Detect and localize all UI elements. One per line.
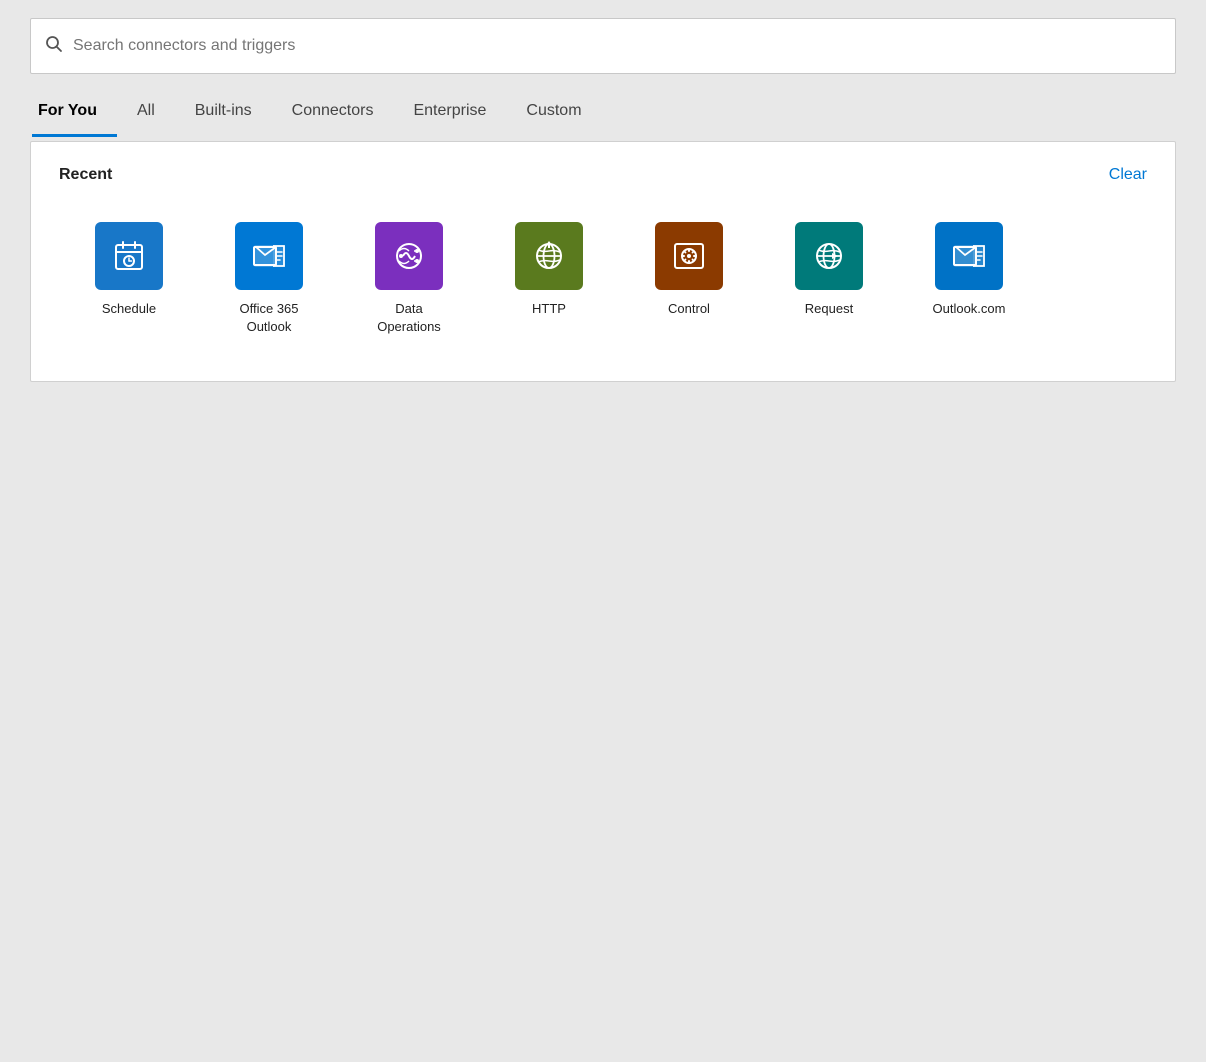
tab-connectors[interactable]: Connectors bbox=[272, 92, 394, 137]
connector-icon-http bbox=[515, 222, 583, 290]
connector-icon-office365-outlook bbox=[235, 222, 303, 290]
connector-name-control: Control bbox=[668, 300, 710, 318]
connector-name-request: Request bbox=[805, 300, 853, 318]
connector-item-data-operations[interactable]: Data Operations bbox=[339, 212, 479, 345]
connector-name-data-operations: Data Operations bbox=[377, 300, 441, 335]
connector-item-outlookcom[interactable]: Outlook.com bbox=[899, 212, 1039, 345]
connector-item-schedule[interactable]: Schedule bbox=[59, 212, 199, 345]
tab-custom[interactable]: Custom bbox=[506, 92, 601, 137]
connector-item-request[interactable]: Request bbox=[759, 212, 899, 345]
connector-icon-request bbox=[795, 222, 863, 290]
tab-for-you[interactable]: For You bbox=[32, 92, 117, 137]
connector-icon-outlookcom bbox=[935, 222, 1003, 290]
search-icon bbox=[45, 35, 63, 58]
card-header: Recent Clear bbox=[59, 166, 1147, 184]
connector-name-office365-outlook: Office 365 Outlook bbox=[239, 300, 298, 335]
connector-name-http: HTTP bbox=[532, 300, 566, 318]
connector-icon-control bbox=[655, 222, 723, 290]
connector-grid: Schedule Office 365 Outlook Data Operati… bbox=[59, 212, 1147, 345]
search-bar bbox=[30, 18, 1176, 74]
clear-button[interactable]: Clear bbox=[1109, 166, 1147, 184]
recent-panel: Recent Clear Schedule Office 365 Outlook… bbox=[30, 141, 1176, 382]
connector-item-control[interactable]: Control bbox=[619, 212, 759, 345]
tab-bar: For YouAllBuilt-insConnectorsEnterpriseC… bbox=[30, 92, 1176, 137]
tab-built-ins[interactable]: Built-ins bbox=[175, 92, 272, 137]
tab-enterprise[interactable]: Enterprise bbox=[393, 92, 506, 137]
connector-item-office365-outlook[interactable]: Office 365 Outlook bbox=[199, 212, 339, 345]
tab-all[interactable]: All bbox=[117, 92, 175, 137]
connector-name-schedule: Schedule bbox=[102, 300, 156, 318]
search-input[interactable] bbox=[73, 37, 1161, 55]
connector-icon-schedule bbox=[95, 222, 163, 290]
recent-label: Recent bbox=[59, 166, 112, 184]
connector-name-outlookcom: Outlook.com bbox=[933, 300, 1006, 318]
connector-icon-data-operations bbox=[375, 222, 443, 290]
connector-item-http[interactable]: HTTP bbox=[479, 212, 619, 345]
